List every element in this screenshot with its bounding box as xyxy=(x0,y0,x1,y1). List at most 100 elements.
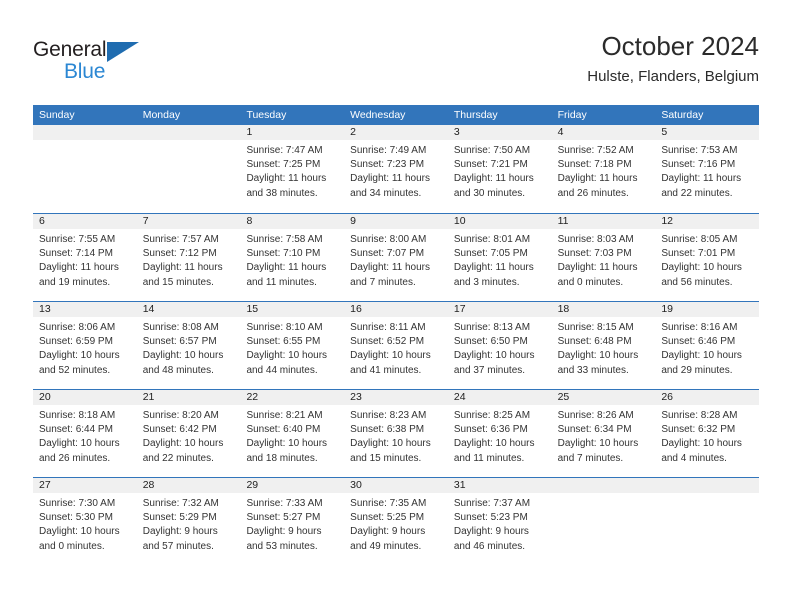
day-detail-line: Daylight: 10 hours xyxy=(661,438,742,450)
day-cell-12[interactable]: 12 Sunrise: 8:05 AM Sunset: 7:01 PM Dayligh… xyxy=(655,214,760,301)
day-cell-26[interactable]: 26 Sunrise: 8:28 AM Sunset: 6:32 PM Dayligh… xyxy=(655,390,760,477)
page-header: General Blue October 2024 Hulste, Flande… xyxy=(33,30,759,98)
day-detail-line: Sunset: 5:25 PM xyxy=(350,512,425,524)
day-detail-line: and 0 minutes. xyxy=(39,540,105,552)
day-cell-28[interactable]: 28 Sunrise: 7:32 AM Sunset: 5:29 PM Dayligh… xyxy=(136,478,241,565)
day-cell-29[interactable]: 29 Sunrise: 7:33 AM Sunset: 5:27 PM Dayligh… xyxy=(240,478,345,565)
day-cell-30[interactable]: 30 Sunrise: 7:35 AM Sunset: 5:25 PM Dayligh… xyxy=(344,478,448,565)
day-number: 19 xyxy=(655,302,760,317)
day-detail-line: Sunset: 7:16 PM xyxy=(661,159,736,171)
day-cell-11[interactable]: 11 Sunrise: 8:03 AM Sunset: 7:03 PM Dayligh… xyxy=(551,214,656,301)
day-detail-line: Sunrise: 7:37 AM xyxy=(453,498,531,509)
day-details: Sunrise: 7:33 AM Sunset: 5:27 PM Daylight:… xyxy=(240,493,344,554)
day-cell-15[interactable]: 15 Sunrise: 8:10 AM Sunset: 6:55 PM Dayligh… xyxy=(240,302,345,389)
day-number: 9 xyxy=(344,214,448,229)
day-cell-21[interactable]: 21 Sunrise: 8:20 AM Sunset: 6:42 PM Dayligh… xyxy=(136,390,241,477)
day-cell-4[interactable]: 4 Sunrise: 7:52 AM Sunset: 7:18 PM Daylight… xyxy=(551,125,656,213)
day-detail-line: Sunrise: 7:55 AM xyxy=(39,234,116,245)
day-detail-line: Sunrise: 8:01 AM xyxy=(453,234,531,245)
day-cell-27[interactable]: 27 Sunrise: 7:30 AM Sunset: 5:30 PM Dayligh… xyxy=(33,478,137,565)
day-detail-line: Sunrise: 8:08 AM xyxy=(142,322,219,333)
day-number: 15 xyxy=(240,302,345,317)
day-detail-line: and 48 minutes. xyxy=(142,364,214,376)
day-details: Sunrise: 7:53 AM Sunset: 7:16 PM Daylight:… xyxy=(655,140,759,201)
day-details: Sunrise: 8:16 AM Sunset: 6:46 PM Daylight:… xyxy=(655,317,759,378)
day-cell-14[interactable]: 14 Sunrise: 8:08 AM Sunset: 6:57 PM Dayligh… xyxy=(136,302,241,389)
day-cell-10[interactable]: 10 Sunrise: 8:01 AM Sunset: 7:05 PM Dayligh… xyxy=(447,214,552,301)
day-cell-empty xyxy=(33,125,137,213)
day-detail-line: Sunrise: 8:26 AM xyxy=(557,410,634,421)
day-cell-22[interactable]: 22 Sunrise: 8:21 AM Sunset: 6:40 PM Dayligh… xyxy=(240,390,345,477)
day-detail-line: Sunrise: 8:16 AM xyxy=(661,322,738,333)
day-detail-line: Sunrise: 8:06 AM xyxy=(39,322,116,333)
day-cell-empty xyxy=(136,125,241,213)
day-number: 7 xyxy=(136,214,241,229)
day-details: Sunrise: 8:20 AM Sunset: 6:42 PM Daylight:… xyxy=(137,405,241,466)
day-details: Sunrise: 8:03 AM Sunset: 7:03 PM Daylight:… xyxy=(552,229,656,290)
day-cell-31[interactable]: 31 Sunrise: 7:37 AM Sunset: 5:23 PM Dayligh… xyxy=(447,478,552,565)
day-detail-line: Daylight: 10 hours xyxy=(39,438,120,450)
day-details: Sunrise: 7:30 AM Sunset: 5:30 PM Daylight:… xyxy=(33,493,137,554)
day-details: Sunrise: 7:49 AM Sunset: 7:23 PM Daylight:… xyxy=(344,140,448,201)
day-cell-9[interactable]: 9 Sunrise: 8:00 AM Sunset: 7:07 PM Daylight… xyxy=(344,214,448,301)
day-details: Sunrise: 8:23 AM Sunset: 6:38 PM Daylight:… xyxy=(344,405,448,466)
day-number: 8 xyxy=(240,214,345,229)
day-cell-18[interactable]: 18 Sunrise: 8:15 AM Sunset: 6:48 PM Dayligh… xyxy=(551,302,656,389)
day-cell-6[interactable]: 6 Sunrise: 7:55 AM Sunset: 7:14 PM Daylight… xyxy=(33,214,137,301)
day-cell-13[interactable]: 13 Sunrise: 8:06 AM Sunset: 6:59 PM Dayligh… xyxy=(33,302,137,389)
general-blue-logo[interactable]: General Blue xyxy=(33,38,173,90)
day-cell-5[interactable]: 5 Sunrise: 7:53 AM Sunset: 7:16 PM Daylight… xyxy=(655,125,760,213)
day-detail-line: Sunrise: 7:50 AM xyxy=(453,145,531,156)
day-details: Sunrise: 8:00 AM Sunset: 7:07 PM Daylight:… xyxy=(344,229,448,290)
day-details xyxy=(33,140,137,144)
day-details: Sunrise: 8:25 AM Sunset: 6:36 PM Daylight:… xyxy=(448,405,552,466)
day-detail-line: Daylight: 10 hours xyxy=(39,526,120,538)
day-cell-25[interactable]: 25 Sunrise: 8:26 AM Sunset: 6:34 PM Dayligh… xyxy=(551,390,656,477)
day-details: Sunrise: 8:10 AM Sunset: 6:55 PM Daylight:… xyxy=(240,317,344,378)
day-detail-line: Sunset: 6:59 PM xyxy=(39,336,113,348)
day-detail-line: Sunset: 5:30 PM xyxy=(39,512,113,524)
day-detail-line: Sunset: 5:27 PM xyxy=(246,512,321,524)
day-details: Sunrise: 8:11 AM Sunset: 6:52 PM Daylight:… xyxy=(344,317,448,378)
day-cell-20[interactable]: 20 Sunrise: 8:18 AM Sunset: 6:44 PM Dayligh… xyxy=(33,390,137,477)
day-cell-3[interactable]: 3 Sunrise: 7:50 AM Sunset: 7:21 PM Daylight… xyxy=(447,125,552,213)
day-details: Sunrise: 8:26 AM Sunset: 6:34 PM Daylight:… xyxy=(552,405,656,466)
day-detail-line: Sunrise: 7:33 AM xyxy=(246,498,323,509)
day-cell-17[interactable]: 17 Sunrise: 8:13 AM Sunset: 6:50 PM Dayligh… xyxy=(447,302,552,389)
day-detail-line: and 26 minutes. xyxy=(39,452,111,464)
day-cell-16[interactable]: 16 Sunrise: 8:11 AM Sunset: 6:52 PM Dayligh… xyxy=(344,302,448,389)
day-details: Sunrise: 8:13 AM Sunset: 6:50 PM Daylight:… xyxy=(448,317,552,378)
day-detail-line: Sunset: 6:44 PM xyxy=(39,424,113,436)
day-detail-line: Sunset: 7:03 PM xyxy=(557,248,632,260)
day-detail-line: Sunrise: 8:25 AM xyxy=(453,410,531,421)
day-detail-line: and 11 minutes. xyxy=(246,276,317,288)
day-details xyxy=(655,493,759,497)
day-detail-line: Daylight: 10 hours xyxy=(246,438,328,450)
day-number: 5 xyxy=(655,125,760,140)
day-cell-1[interactable]: 1 Sunrise: 7:47 AM Sunset: 7:25 PM Daylight… xyxy=(240,125,345,213)
day-detail-line: and 53 minutes. xyxy=(246,540,318,552)
day-detail-line: Daylight: 9 hours xyxy=(142,526,218,538)
day-detail-line: Sunrise: 8:28 AM xyxy=(661,410,738,421)
day-detail-line: Sunrise: 8:20 AM xyxy=(142,410,219,421)
day-cell-24[interactable]: 24 Sunrise: 8:25 AM Sunset: 6:36 PM Dayligh… xyxy=(447,390,552,477)
day-detail-line: Sunrise: 8:03 AM xyxy=(557,234,634,245)
weekday-header-monday: Monday xyxy=(142,109,181,121)
day-detail-line: Sunrise: 8:10 AM xyxy=(246,322,323,333)
day-number xyxy=(33,125,137,140)
day-cell-7[interactable]: 7 Sunrise: 7:57 AM Sunset: 7:12 PM Daylight… xyxy=(136,214,241,301)
day-cell-19[interactable]: 19 Sunrise: 8:16 AM Sunset: 6:46 PM Dayligh… xyxy=(655,302,760,389)
day-detail-line: Sunset: 6:38 PM xyxy=(350,424,425,436)
day-cell-23[interactable]: 23 Sunrise: 8:23 AM Sunset: 6:38 PM Dayligh… xyxy=(344,390,448,477)
day-cell-8[interactable]: 8 Sunrise: 7:58 AM Sunset: 7:10 PM Daylight… xyxy=(240,214,345,301)
day-details xyxy=(137,140,241,144)
day-details: Sunrise: 8:18 AM Sunset: 6:44 PM Daylight:… xyxy=(33,405,137,466)
day-detail-line: Daylight: 11 hours xyxy=(453,173,534,185)
day-detail-line: and 30 minutes. xyxy=(453,187,526,199)
day-details: Sunrise: 7:55 AM Sunset: 7:14 PM Daylight:… xyxy=(33,229,137,290)
day-detail-line: Daylight: 10 hours xyxy=(350,350,431,362)
day-cell-empty xyxy=(655,478,760,565)
day-number: 29 xyxy=(240,478,345,493)
day-cell-empty xyxy=(551,478,656,565)
day-cell-2[interactable]: 2 Sunrise: 7:49 AM Sunset: 7:23 PM Daylight… xyxy=(344,125,448,213)
